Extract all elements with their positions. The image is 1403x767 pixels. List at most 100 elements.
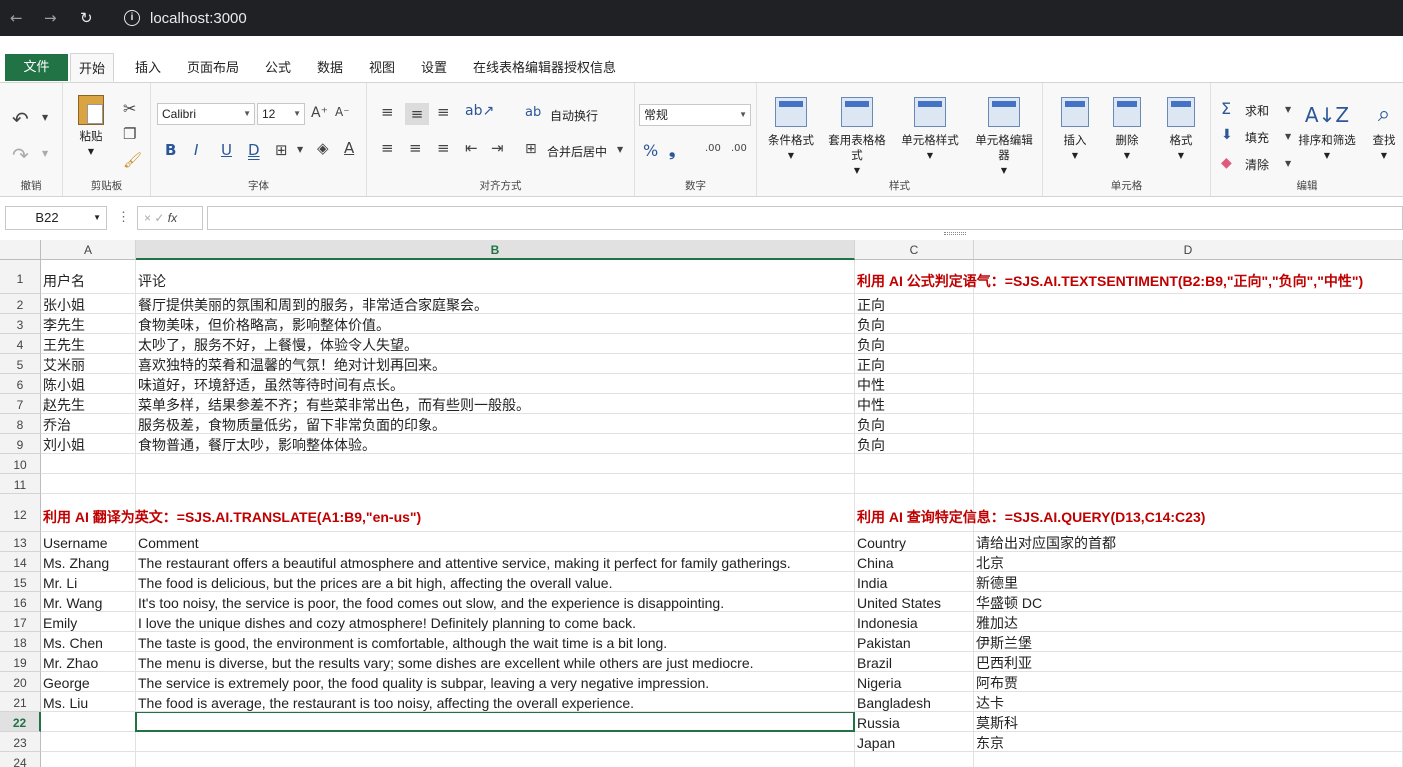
cell-d8[interactable] xyxy=(974,414,1403,434)
chevron-down-icon[interactable]: ▼ xyxy=(1285,105,1291,114)
align-middle-icon[interactable]: ≡ xyxy=(405,103,429,125)
tab-license-info[interactable]: 在线表格编辑器授权信息 xyxy=(465,53,624,82)
tab-formulas[interactable]: 公式 xyxy=(257,53,299,82)
cell-b23[interactable] xyxy=(136,732,855,752)
merge-center-button[interactable]: 合并后居中 xyxy=(547,143,607,160)
double-underline-icon[interactable]: D xyxy=(248,141,260,159)
row-header[interactable]: 15 xyxy=(0,572,41,592)
font-size-select[interactable]: 12 ▼ xyxy=(257,103,305,125)
fill-icon[interactable]: ⬇ xyxy=(1221,127,1233,143)
cell-c18[interactable]: Pakistan xyxy=(855,632,974,652)
row-header[interactable]: 19 xyxy=(0,652,41,672)
cell-c1[interactable]: 利用 AI 公式判定语气：=SJS.AI.TEXTSENTIMENT(B2:B9… xyxy=(855,260,1363,294)
row-header[interactable]: 4 xyxy=(0,334,41,354)
cell-d22[interactable]: 莫斯科 xyxy=(974,712,1403,732)
conditional-format-button[interactable]: 条件格式 ▼ xyxy=(763,97,819,163)
row-header[interactable]: 6 xyxy=(0,374,41,394)
align-center-icon[interactable]: ≡ xyxy=(409,139,422,157)
tab-home[interactable]: 开始 xyxy=(70,53,115,82)
cell-b18[interactable]: The taste is good, the environment is co… xyxy=(136,632,855,652)
row-header[interactable]: 24 xyxy=(0,752,41,767)
chevron-down-icon[interactable]: ▼ xyxy=(1285,132,1291,141)
cell-d14[interactable]: 北京 xyxy=(974,552,1403,572)
align-left-icon[interactable]: ≡ xyxy=(381,139,394,157)
cell-c8[interactable]: 负向 xyxy=(855,414,974,434)
more-icon[interactable]: ⋮ xyxy=(117,209,130,225)
cell-c6[interactable]: 中性 xyxy=(855,374,974,394)
font-color-icon[interactable]: A xyxy=(344,139,354,157)
fill-color-icon[interactable]: ◈ xyxy=(317,139,329,157)
sum-icon[interactable]: Σ xyxy=(1221,99,1231,118)
cell-b6[interactable]: 味道好，环境舒适，虽然等待时间有点长。 xyxy=(136,374,855,394)
row-header[interactable]: 16 xyxy=(0,592,41,612)
cell-d19[interactable]: 巴西利亚 xyxy=(974,652,1403,672)
italic-icon[interactable]: I xyxy=(194,141,198,159)
border-icon[interactable]: ⊞ xyxy=(275,141,288,159)
cell-c4[interactable]: 负向 xyxy=(855,334,974,354)
chevron-down-icon[interactable]: ▼ xyxy=(42,113,48,122)
cell-c12[interactable]: 利用 AI 查询特定信息：=SJS.AI.QUERY(D13,C14:C23) xyxy=(855,494,1205,532)
number-format-select[interactable]: 常规 ▼ xyxy=(639,104,751,126)
wrap-text-icon[interactable]: ab xyxy=(525,105,541,120)
reload-icon[interactable]: ↻ xyxy=(80,9,93,27)
copy-icon[interactable]: ❐ xyxy=(123,125,136,143)
column-header-d[interactable]: D xyxy=(974,240,1403,260)
tab-page-layout[interactable]: 页面布局 xyxy=(179,53,247,82)
address-bar[interactable]: i localhost:3000 xyxy=(116,4,1403,32)
cell-a10[interactable] xyxy=(41,454,136,474)
cell-b1[interactable]: 评论 xyxy=(136,260,855,294)
tab-data[interactable]: 数据 xyxy=(309,53,351,82)
cell-c10[interactable] xyxy=(855,454,974,474)
cell-a15[interactable]: Mr. Li xyxy=(41,572,136,592)
increase-decimal-icon[interactable]: .00 xyxy=(705,143,721,154)
cell-a12[interactable]: 利用 AI 翻译为英文：=SJS.AI.TRANSLATE(A1:B9,"en-… xyxy=(41,494,421,532)
decrease-decimal-icon[interactable]: .00 xyxy=(731,143,747,154)
cell-c5[interactable]: 正向 xyxy=(855,354,974,374)
tab-insert[interactable]: 插入 xyxy=(127,53,169,82)
format-as-table-button[interactable]: 套用表格格式 ▼ xyxy=(825,97,889,178)
cell-a20[interactable]: George xyxy=(41,672,136,692)
cell-d23[interactable]: 东京 xyxy=(974,732,1403,752)
cell-a22[interactable] xyxy=(41,712,136,732)
row-header[interactable]: 20 xyxy=(0,672,41,692)
fx-buttons[interactable]: × ✓ fx xyxy=(137,206,203,230)
sort-filter-button[interactable]: A↓Z 排序和筛选 ▼ xyxy=(1295,97,1359,163)
tab-file[interactable]: 文件 xyxy=(5,54,68,81)
row-header[interactable]: 23 xyxy=(0,732,41,752)
forward-icon[interactable]: → xyxy=(44,9,57,27)
cell-c7[interactable]: 中性 xyxy=(855,394,974,414)
align-top-icon[interactable]: ≡ xyxy=(381,103,394,121)
row-header[interactable]: 21 xyxy=(0,692,41,712)
cell-b13[interactable]: Comment xyxy=(136,532,855,552)
tab-view[interactable]: 视图 xyxy=(361,53,403,82)
cell-a18[interactable]: Ms. Chen xyxy=(41,632,136,652)
increase-indent-icon[interactable]: ⇥ xyxy=(491,139,504,157)
cell-c16[interactable]: United States xyxy=(855,592,974,612)
cell-d20[interactable]: 阿布贾 xyxy=(974,672,1403,692)
cell-c11[interactable] xyxy=(855,474,974,494)
cell-d16[interactable]: 华盛顿 DC xyxy=(974,592,1403,612)
cell-a13[interactable]: Username xyxy=(41,532,136,552)
cell-d15[interactable]: 新德里 xyxy=(974,572,1403,592)
row-header[interactable]: 14 xyxy=(0,552,41,572)
cell-b4[interactable]: 太吵了，服务不好，上餐慢，体验令人失望。 xyxy=(136,334,855,354)
cell-c22[interactable]: Russia xyxy=(855,712,974,732)
cut-icon[interactable]: ✂ xyxy=(123,99,136,118)
percent-icon[interactable]: % xyxy=(643,141,658,160)
name-box[interactable]: B22 ▼ xyxy=(5,206,107,230)
cell-b15[interactable]: The food is delicious, but the prices ar… xyxy=(136,572,855,592)
row-header[interactable]: 5 xyxy=(0,354,41,374)
cell-c3[interactable]: 负向 xyxy=(855,314,974,334)
cell-d13[interactable]: 请给出对应国家的首都 xyxy=(974,532,1403,552)
cell-b14[interactable]: The restaurant offers a beautiful atmosp… xyxy=(136,552,855,572)
cell-d2[interactable] xyxy=(974,294,1403,314)
cell-b16[interactable]: It's too noisy, the service is poor, the… xyxy=(136,592,855,612)
back-icon[interactable]: ← xyxy=(10,9,23,27)
cell-c2[interactable]: 正向 xyxy=(855,294,974,314)
cell-d17[interactable]: 雅加达 xyxy=(974,612,1403,632)
row-header[interactable]: 12 xyxy=(0,494,41,532)
fill-button[interactable]: 填充 xyxy=(1245,129,1269,146)
delete-cells-button[interactable]: 删除 ▼ xyxy=(1105,97,1149,163)
cell-a21[interactable]: Ms. Liu xyxy=(41,692,136,712)
row-header[interactable]: 8 xyxy=(0,414,41,434)
